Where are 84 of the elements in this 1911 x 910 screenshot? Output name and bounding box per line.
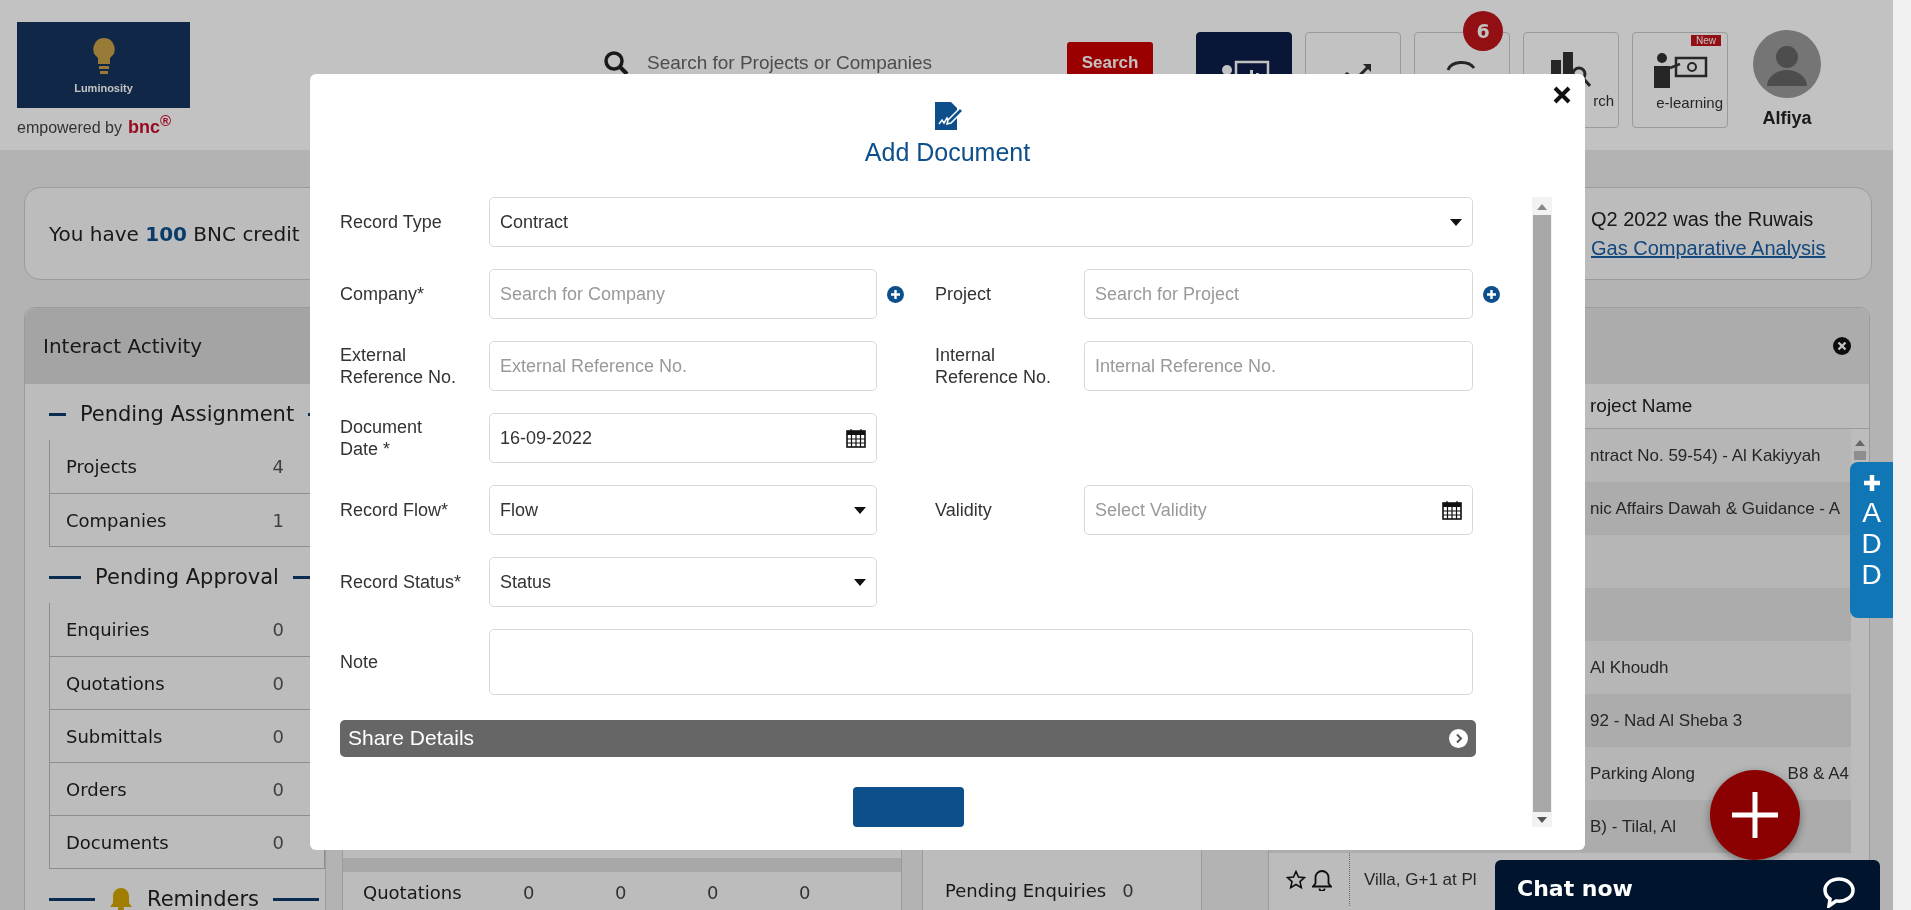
- record-type-select[interactable]: Contract: [489, 197, 1473, 247]
- enquiries-label: Pending Enquiries: [945, 879, 1107, 901]
- note-field[interactable]: [489, 629, 1473, 695]
- count: 0: [272, 725, 284, 747]
- count: 0: [272, 831, 284, 853]
- section-title: Pending Assignment: [79, 402, 295, 426]
- tile-label: e-learning: [1656, 93, 1723, 111]
- star-icon[interactable]: [1286, 869, 1306, 890]
- caret-icon: [854, 506, 866, 514]
- scrollbar-thumb[interactable]: [1854, 451, 1866, 460]
- share-details-bar[interactable]: Share Details: [340, 719, 1476, 757]
- table-cell-text: 0: [615, 881, 628, 903]
- close-icon[interactable]: [1553, 86, 1571, 104]
- field-label: Record Type: [340, 210, 443, 234]
- count: 0: [272, 619, 284, 640]
- field-label: Company*: [340, 282, 426, 306]
- brand-name: Luminosity: [74, 82, 133, 94]
- column-header: roject Name: [1590, 395, 1693, 417]
- table-cell-text: Quotations: [363, 881, 463, 903]
- field-label: Note: [340, 650, 380, 674]
- add-circle-icon[interactable]: [1483, 285, 1500, 303]
- company-name: bnc$^{®}$: [127, 112, 172, 138]
- panel-title: Interact Activity: [43, 334, 203, 358]
- table-cell-text: B8 & A4: [1787, 763, 1850, 784]
- modal-title: Add Document: [864, 138, 1031, 167]
- scrollbar-thumb[interactable]: [1533, 215, 1551, 812]
- calendar-icon: [1442, 500, 1462, 520]
- tile-label: rch: [1593, 91, 1614, 109]
- notification-badge: 6: [1463, 11, 1503, 51]
- table-cell-text: 0: [523, 881, 536, 903]
- table-cell-text: 0: [799, 881, 812, 903]
- tagline: empowered by: [17, 119, 122, 137]
- chat-bar[interactable]: Chat now: [1495, 860, 1880, 910]
- count: 4: [272, 456, 284, 477]
- select-field[interactable]: Status: [489, 557, 877, 607]
- caret-icon: [1450, 218, 1462, 226]
- search-icon: [603, 50, 629, 76]
- logo[interactable]: Luminosity: [17, 22, 190, 108]
- field-label: Record Flow*: [340, 498, 450, 522]
- table-cell: 92 - Nad Al Sheba 3: [1590, 710, 1743, 731]
- table-cell: Parking Along: [1590, 763, 1695, 784]
- add-tab[interactable]: ADD: [1850, 462, 1893, 618]
- avatar-icon[interactable]: [1753, 30, 1821, 98]
- field-label: Internal Reference No.: [935, 343, 1053, 389]
- search-field[interactable]: Search for Projects or Companies: [647, 52, 1067, 74]
- date-field[interactable]: 16-09-2022: [489, 413, 877, 463]
- select-field[interactable]: Flow: [489, 485, 877, 535]
- field-label: Validity: [935, 498, 993, 522]
- table-cell: Villa, G+1 at Pl: [1364, 869, 1477, 890]
- bell-icon[interactable]: [1312, 868, 1332, 891]
- table-cell: ntract No. 59-54) - Al Kakiyyah: [1590, 445, 1821, 466]
- speech-bubble-icon: [1822, 876, 1856, 908]
- table-cell: nic Affairs Dawah & Guidance - A: [1590, 498, 1841, 519]
- field-label: External Reference No.: [340, 343, 458, 389]
- news-link[interactable]: Gas Comparative Analysis: [1591, 236, 1841, 260]
- bell-icon: [109, 886, 133, 910]
- caret-icon: [854, 578, 866, 586]
- count: 0: [1122, 879, 1134, 901]
- count: 1: [272, 509, 284, 531]
- section-title: Pending Approval: [95, 565, 279, 589]
- count: 0: [272, 672, 284, 694]
- table-cell: B) - Tilal, Al: [1590, 816, 1676, 837]
- nav-tile[interactable]: New e-learning: [1632, 32, 1728, 128]
- scroll-up-icon[interactable]: [1536, 203, 1548, 211]
- add-circle-icon[interactable]: [887, 285, 904, 303]
- news-text: Q2 2022 was the Ruwais: [1591, 207, 1815, 231]
- field-label: Project: [935, 282, 993, 306]
- table-cell-text: 0: [707, 881, 720, 903]
- chevron-circle-icon: [1449, 728, 1468, 748]
- new-tag: New: [1691, 35, 1721, 46]
- scroll-up-icon[interactable]: [1854, 439, 1866, 447]
- credits-text: You have 100 BNC credit: [49, 221, 300, 246]
- scroll-down-icon[interactable]: [1536, 816, 1548, 824]
- table-cell: Al Khoudh: [1590, 657, 1669, 678]
- field-label: Record Status*: [340, 570, 463, 594]
- section-title: Reminders: [147, 887, 259, 910]
- field-label: Document Date *: [340, 415, 424, 461]
- lightbulb-icon: [90, 36, 117, 76]
- user-name: Alfiya: [1762, 108, 1812, 129]
- plus-icon: [1862, 474, 1881, 492]
- close-icon[interactable]: [1833, 337, 1851, 355]
- calendar-icon: [846, 428, 866, 448]
- count: 0: [272, 778, 284, 800]
- plus-icon: [1732, 792, 1778, 838]
